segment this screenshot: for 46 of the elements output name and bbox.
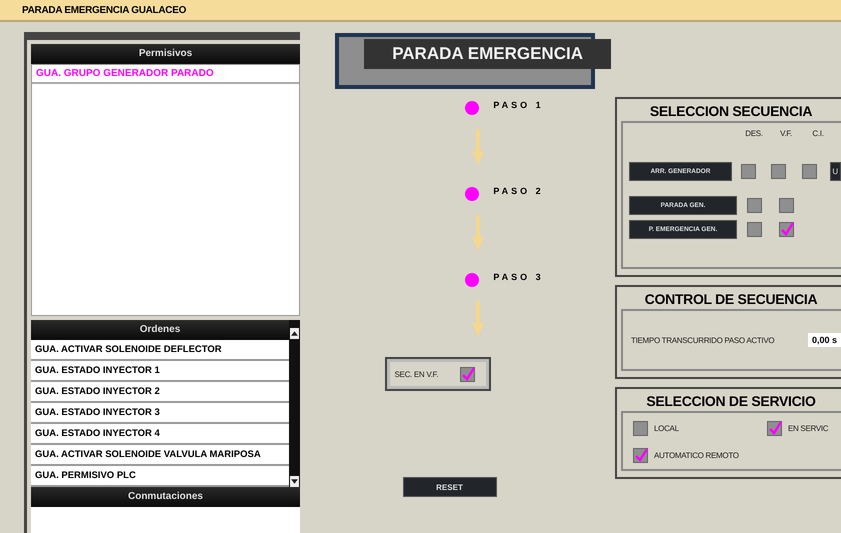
list-item[interactable]: GUA. ACTIVAR SOLENOIDE DEFLECTOR — [31, 340, 289, 361]
checkbox[interactable] — [767, 421, 782, 436]
checkbox[interactable] — [740, 164, 756, 178]
checkbox[interactable] — [802, 164, 817, 178]
checkbox[interactable] — [771, 164, 786, 178]
checkbox[interactable] — [633, 421, 648, 436]
checkbox[interactable] — [633, 448, 648, 463]
panel-title: SELECCION DE SERVICIO — [645, 393, 817, 411]
list-header: Permisivos — [31, 44, 300, 64]
column-header: C.I. — [811, 128, 825, 138]
step-label: PASO 2 — [493, 186, 544, 196]
scrollbar[interactable] — [289, 320, 300, 487]
checkbox[interactable] — [778, 222, 794, 236]
panel-title: SELECCION SECUENCIA — [648, 103, 814, 121]
step-label: PASO 1 — [493, 100, 544, 110]
list-header: Ordenes — [31, 320, 289, 340]
option-label: EN SERVIC — [788, 424, 828, 433]
list-item[interactable]: GUA. ACTIVAR SOLENOIDE VALVULA MARIPOSA — [31, 445, 289, 466]
option-label: LOCAL — [654, 424, 679, 433]
list-item[interactable]: GUA. ESTADO INYECTOR 1 — [31, 361, 289, 382]
checkbox[interactable] — [746, 222, 762, 236]
elapsed-time-value: 0,00 s — [808, 333, 841, 347]
scroll-up-icon[interactable] — [290, 328, 299, 339]
panel-title: CONTROL DE SECUENCIA — [644, 291, 818, 309]
down-arrow-icon — [472, 301, 484, 337]
checkbox[interactable] — [746, 198, 762, 212]
option-label: AUTOMATICO REMOTO — [654, 451, 739, 460]
column-header: V.F. — [779, 128, 793, 138]
checkbox[interactable] — [460, 366, 474, 382]
down-arrow-icon — [472, 129, 484, 165]
elapsed-time-label: TIEMPO TRANSCURRIDO PASO ACTIVO — [631, 336, 774, 344]
window-title: PARADA EMERGENCIA GUALACEO — [22, 4, 186, 16]
checkbox[interactable] — [778, 198, 794, 212]
step-label: PASO 3 — [493, 272, 544, 282]
list-item[interactable]: GUA. ESTADO INYECTOR 4 — [31, 424, 289, 445]
column-header: DES. — [744, 128, 764, 138]
list-item[interactable]: GUA. ESTADO INYECTOR 3 — [31, 403, 289, 424]
down-arrow-icon — [472, 215, 484, 251]
list-item[interactable]: GUA. ESTADO INYECTOR 2 — [31, 382, 289, 403]
reset-button[interactable]: RESET — [402, 477, 496, 497]
sequence-button[interactable]: U — [830, 162, 841, 180]
list-item[interactable]: GUA. PERMISIVO PLC — [31, 466, 289, 487]
scroll-down-icon[interactable] — [290, 476, 299, 487]
vf-label: SEC. EN V.F. — [394, 370, 438, 378]
list-header: Conmutaciones — [31, 487, 300, 507]
sequence-title: PARADA EMERGENCIA — [364, 39, 611, 69]
